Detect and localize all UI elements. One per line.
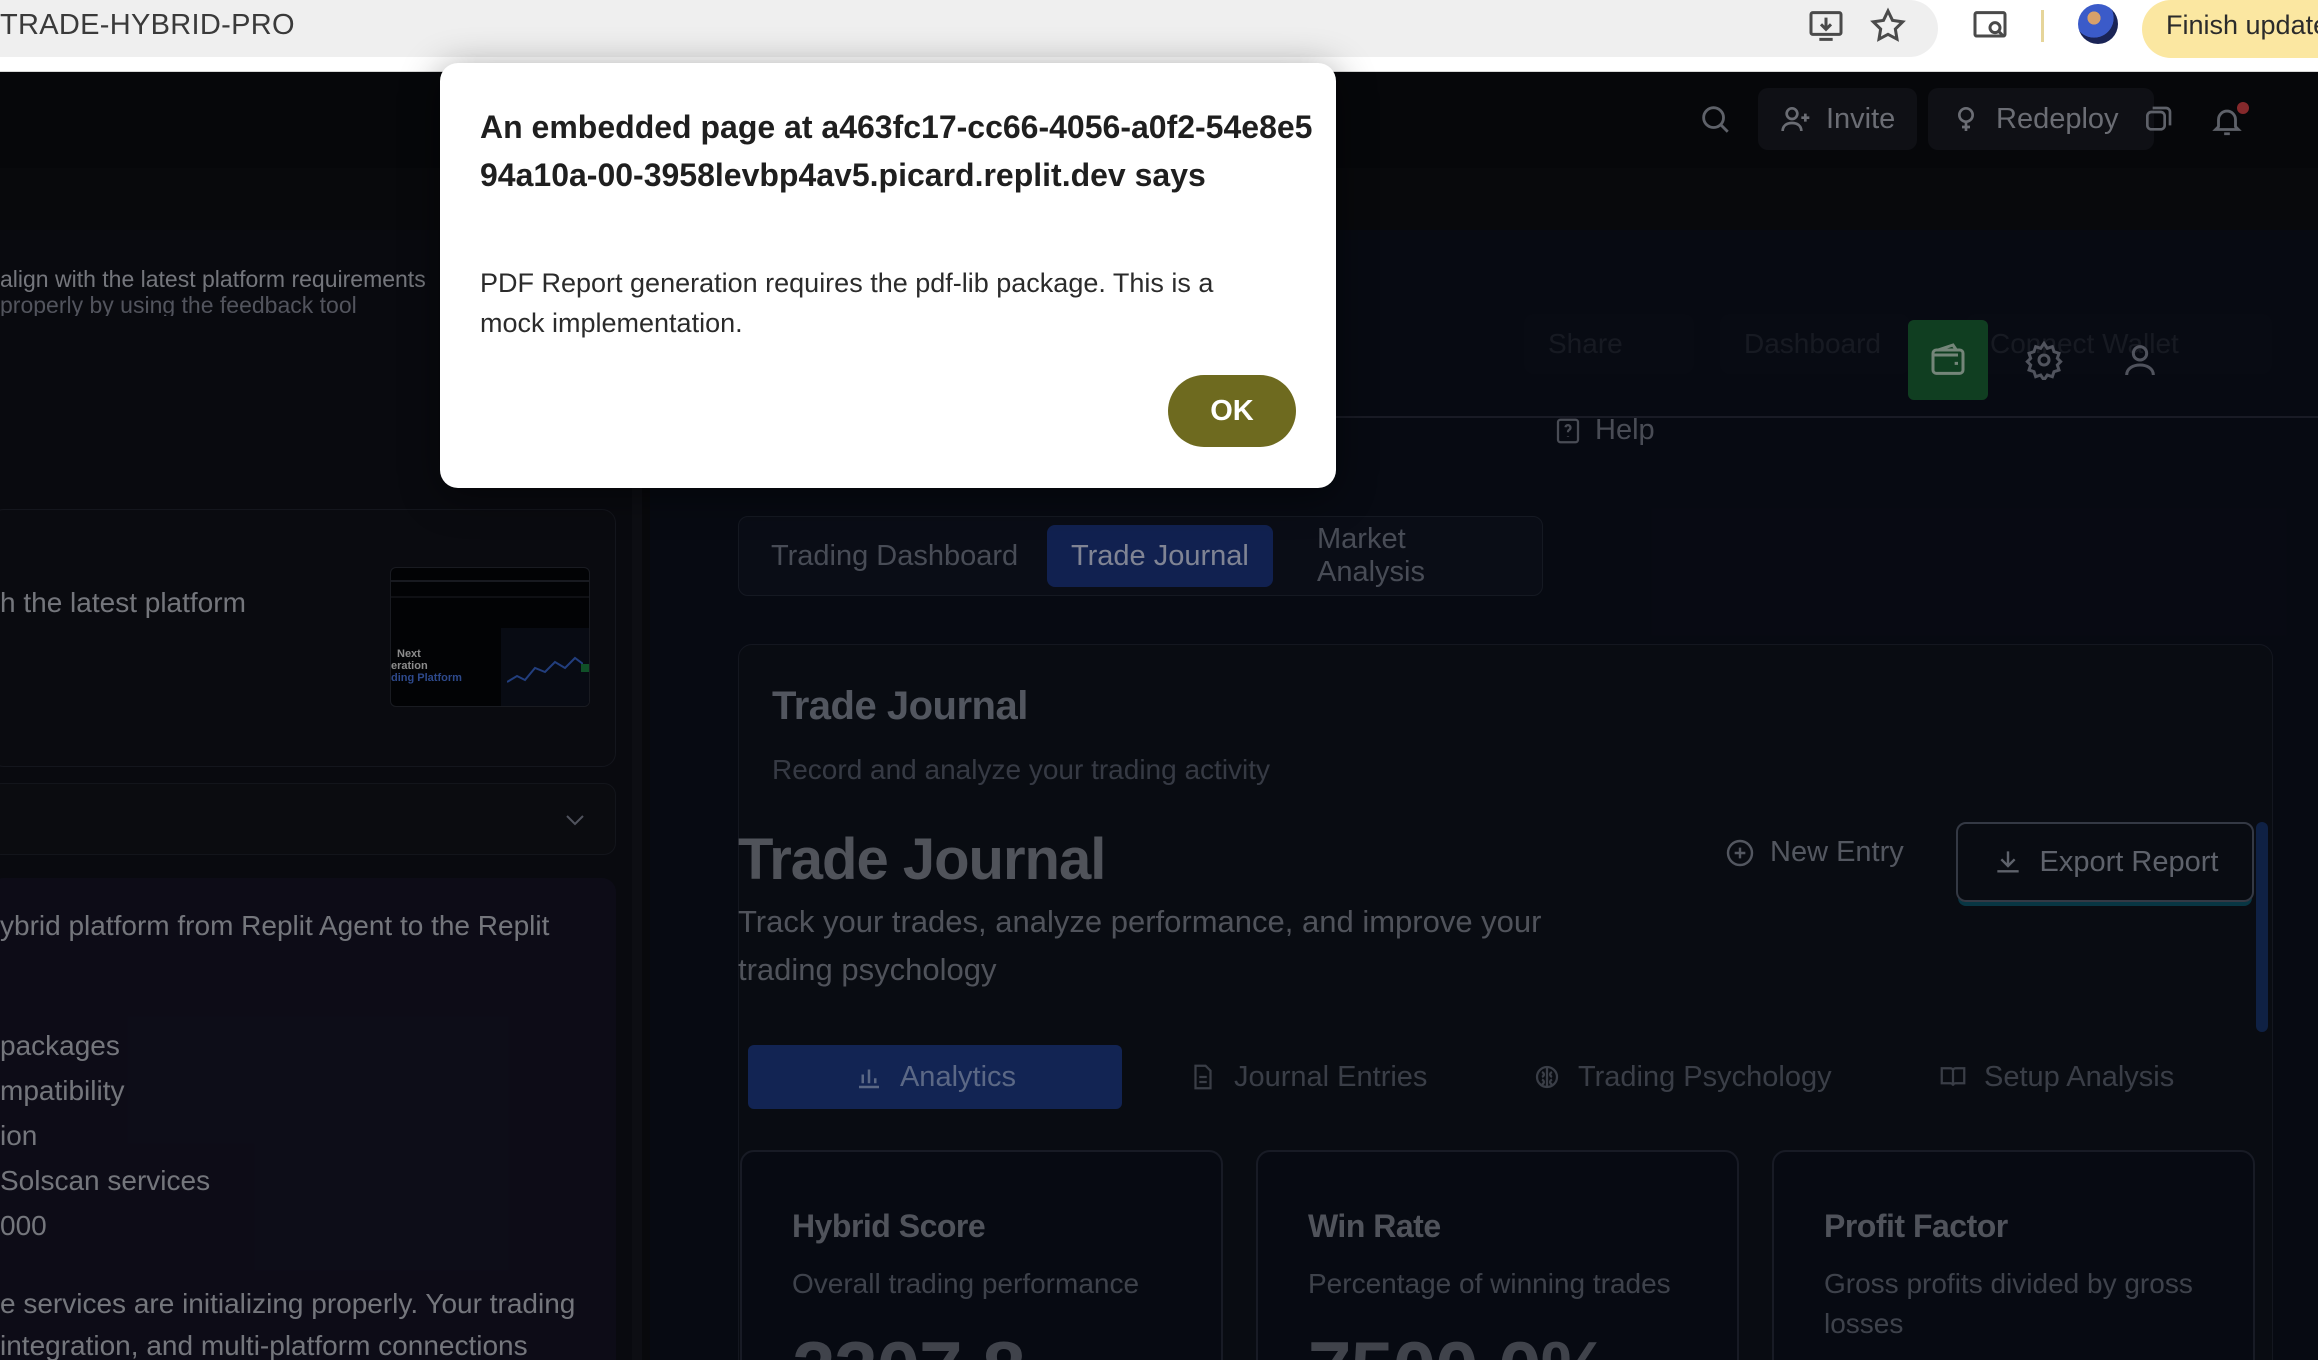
browser-chrome: TRADE-HYBRID-PRO Finish update (0, 0, 2318, 72)
profile-avatar[interactable] (2078, 4, 2118, 44)
finish-update-button[interactable]: Finish update (2142, 0, 2318, 58)
dialog-title: An embedded page at a463fc17-cc66-4056-a… (480, 109, 1313, 193)
tab-search-icon[interactable] (1970, 6, 2010, 46)
dialog-message: PDF Report generation requires the pdf-l… (480, 268, 1214, 338)
address-bar-text: TRADE-HYBRID-PRO (0, 9, 295, 41)
install-app-icon[interactable] (1806, 6, 1846, 46)
ok-button[interactable]: OK (1168, 375, 1296, 447)
address-bar[interactable]: TRADE-HYBRID-PRO (0, 0, 1938, 57)
toolbar-separator (2041, 10, 2044, 42)
alert-dialog: An embedded page at a463fc17-cc66-4056-a… (440, 63, 1336, 488)
bookmark-star-icon[interactable] (1868, 6, 1908, 46)
